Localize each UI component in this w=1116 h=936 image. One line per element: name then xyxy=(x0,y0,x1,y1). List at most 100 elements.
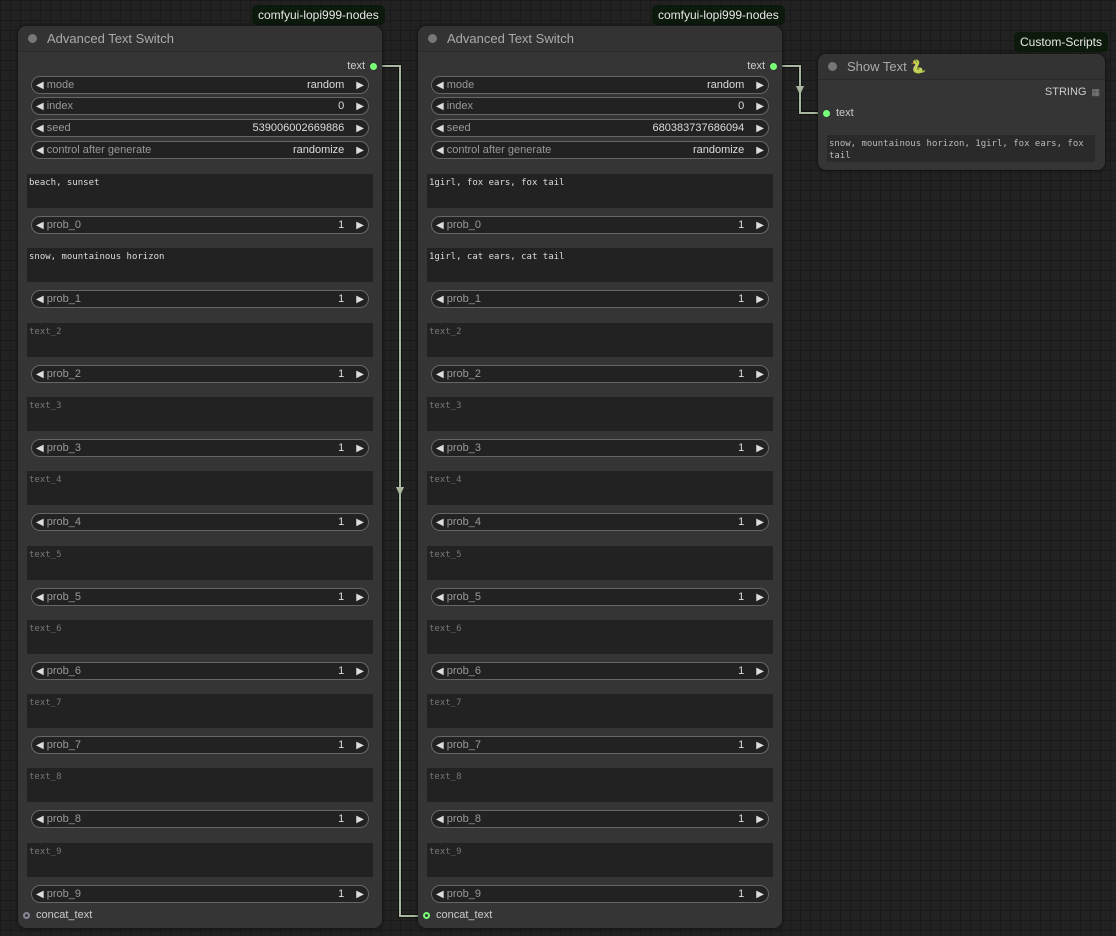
collapse-dot-icon[interactable] xyxy=(428,34,437,43)
prob-8-widget[interactable]: ◀ prob_8 1 ▶ xyxy=(31,810,369,828)
prob-7-widget[interactable]: ◀ prob_7 1 ▶ xyxy=(31,736,369,754)
widget-value[interactable]: 1 xyxy=(338,813,344,825)
increment-arrow-icon[interactable]: ▶ xyxy=(756,145,764,156)
text-5-input[interactable]: text_5 xyxy=(427,546,773,580)
increment-arrow-icon[interactable]: ▶ xyxy=(356,369,364,380)
text-7-input[interactable]: text_7 xyxy=(427,694,773,728)
increment-arrow-icon[interactable]: ▶ xyxy=(756,740,764,751)
widget-value[interactable]: randomize xyxy=(693,144,744,156)
decrement-arrow-icon[interactable]: ◀ xyxy=(436,814,444,825)
prob-6-widget[interactable]: ◀ prob_6 1 ▶ xyxy=(31,662,369,680)
seed-widget[interactable]: ◀ seed 539006002669886 ▶ xyxy=(31,119,369,137)
text-1-input[interactable]: 1girl, cat ears, cat tail xyxy=(427,248,773,282)
widget-value[interactable]: 1 xyxy=(338,368,344,380)
decrement-arrow-icon[interactable]: ◀ xyxy=(436,666,444,677)
increment-arrow-icon[interactable]: ▶ xyxy=(756,666,764,677)
prob-8-widget[interactable]: ◀ prob_8 1 ▶ xyxy=(431,810,769,828)
decrement-arrow-icon[interactable]: ◀ xyxy=(436,517,444,528)
seed-widget[interactable]: ◀ seed 680383737686094 ▶ xyxy=(431,119,769,137)
collapse-dot-icon[interactable] xyxy=(28,34,37,43)
decrement-arrow-icon[interactable]: ◀ xyxy=(436,740,444,751)
decrement-arrow-icon[interactable]: ◀ xyxy=(36,666,44,677)
widget-value[interactable]: 1 xyxy=(738,293,744,305)
increment-arrow-icon[interactable]: ▶ xyxy=(756,443,764,454)
text-1-input[interactable]: snow, mountainous horizon xyxy=(27,248,373,282)
text-4-input[interactable]: text_4 xyxy=(427,471,773,505)
text-9-input[interactable]: text_9 xyxy=(427,843,773,877)
output-slot[interactable] xyxy=(370,62,377,70)
increment-arrow-icon[interactable]: ▶ xyxy=(356,814,364,825)
widget-value[interactable]: 1 xyxy=(338,591,344,603)
node-title-bar[interactable]: Show Text 🐍 xyxy=(818,54,1105,80)
decrement-arrow-icon[interactable]: ◀ xyxy=(436,369,444,380)
widget-value[interactable]: random xyxy=(707,79,744,91)
prob-2-widget[interactable]: ◀ prob_2 1 ▶ xyxy=(31,365,369,383)
widget-value[interactable]: 1 xyxy=(738,591,744,603)
show-text-output[interactable]: snow, mountainous horizon, 1girl, fox ea… xyxy=(827,135,1095,162)
prob-9-widget[interactable]: ◀ prob_9 1 ▶ xyxy=(31,885,369,903)
widget-value[interactable]: 1 xyxy=(738,442,744,454)
decrement-arrow-icon[interactable]: ◀ xyxy=(36,889,44,900)
decrement-arrow-icon[interactable]: ◀ xyxy=(436,592,444,603)
prob-5-widget[interactable]: ◀ prob_5 1 ▶ xyxy=(431,588,769,606)
input-slot[interactable] xyxy=(23,911,30,919)
decrement-arrow-icon[interactable]: ◀ xyxy=(36,814,44,825)
widget-value[interactable]: 1 xyxy=(338,888,344,900)
prob-1-widget[interactable]: ◀ prob_1 1 ▶ xyxy=(31,290,369,308)
increment-arrow-icon[interactable]: ▶ xyxy=(356,294,364,305)
increment-arrow-icon[interactable]: ▶ xyxy=(356,101,364,112)
widget-value[interactable]: 0 xyxy=(338,100,344,112)
increment-arrow-icon[interactable]: ▶ xyxy=(356,80,364,91)
decrement-arrow-icon[interactable]: ◀ xyxy=(36,740,44,751)
index-widget[interactable]: ◀ index 0 ▶ xyxy=(431,97,769,115)
text-9-input[interactable]: text_9 xyxy=(27,843,373,877)
increment-arrow-icon[interactable]: ▶ xyxy=(356,517,364,528)
increment-arrow-icon[interactable]: ▶ xyxy=(756,101,764,112)
decrement-arrow-icon[interactable]: ◀ xyxy=(436,101,444,112)
control-after-generate-widget[interactable]: ◀ control after generate randomize ▶ xyxy=(431,141,769,159)
widget-value[interactable]: 1 xyxy=(738,888,744,900)
decrement-arrow-icon[interactable]: ◀ xyxy=(36,123,44,134)
widget-value[interactable]: 1 xyxy=(338,293,344,305)
text-0-input[interactable]: 1girl, fox ears, fox tail xyxy=(427,174,773,208)
widget-value[interactable]: randomize xyxy=(293,144,344,156)
prob-9-widget[interactable]: ◀ prob_9 1 ▶ xyxy=(431,885,769,903)
decrement-arrow-icon[interactable]: ◀ xyxy=(36,101,44,112)
increment-arrow-icon[interactable]: ▶ xyxy=(756,592,764,603)
text-4-input[interactable]: text_4 xyxy=(27,471,373,505)
widget-value[interactable]: random xyxy=(307,79,344,91)
collapse-dot-icon[interactable] xyxy=(828,62,837,71)
prob-7-widget[interactable]: ◀ prob_7 1 ▶ xyxy=(431,736,769,754)
advanced-text-switch-node[interactable]: Advanced Text Switch text ◀ mode random ▶ ◀ in… xyxy=(18,26,382,928)
text-0-input[interactable]: beach, sunset xyxy=(27,174,373,208)
decrement-arrow-icon[interactable]: ◀ xyxy=(436,443,444,454)
increment-arrow-icon[interactable]: ▶ xyxy=(356,740,364,751)
decrement-arrow-icon[interactable]: ◀ xyxy=(436,80,444,91)
increment-arrow-icon[interactable]: ▶ xyxy=(356,666,364,677)
text-2-input[interactable]: text_2 xyxy=(27,323,373,357)
widget-value[interactable]: 1 xyxy=(738,219,744,231)
input-slot[interactable] xyxy=(823,109,830,117)
widget-value[interactable]: 1 xyxy=(738,516,744,528)
text-8-input[interactable]: text_8 xyxy=(427,768,773,802)
prob-0-widget[interactable]: ◀ prob_0 1 ▶ xyxy=(431,216,769,234)
advanced-text-switch-node[interactable]: Advanced Text Switch text ◀ mode random ▶ ◀ in… xyxy=(418,26,782,928)
widget-value[interactable]: 1 xyxy=(338,665,344,677)
control-after-generate-widget[interactable]: ◀ control after generate randomize ▶ xyxy=(31,141,369,159)
decrement-arrow-icon[interactable]: ◀ xyxy=(36,220,44,231)
text-6-input[interactable]: text_6 xyxy=(427,620,773,654)
widget-value[interactable]: 680383737686094 xyxy=(653,122,745,134)
prob-5-widget[interactable]: ◀ prob_5 1 ▶ xyxy=(31,588,369,606)
prob-3-widget[interactable]: ◀ prob_3 1 ▶ xyxy=(431,439,769,457)
widget-value[interactable]: 1 xyxy=(338,739,344,751)
text-2-input[interactable]: text_2 xyxy=(427,323,773,357)
output-slot[interactable] xyxy=(770,62,777,70)
node-title-bar[interactable]: Advanced Text Switch xyxy=(18,26,382,52)
text-5-input[interactable]: text_5 xyxy=(27,546,373,580)
text-6-input[interactable]: text_6 xyxy=(27,620,373,654)
text-3-input[interactable]: text_3 xyxy=(427,397,773,431)
widget-value[interactable]: 1 xyxy=(738,813,744,825)
decrement-arrow-icon[interactable]: ◀ xyxy=(436,145,444,156)
grid-icon[interactable]: ▦ xyxy=(1091,87,1100,98)
mode-widget[interactable]: ◀ mode random ▶ xyxy=(431,76,769,94)
